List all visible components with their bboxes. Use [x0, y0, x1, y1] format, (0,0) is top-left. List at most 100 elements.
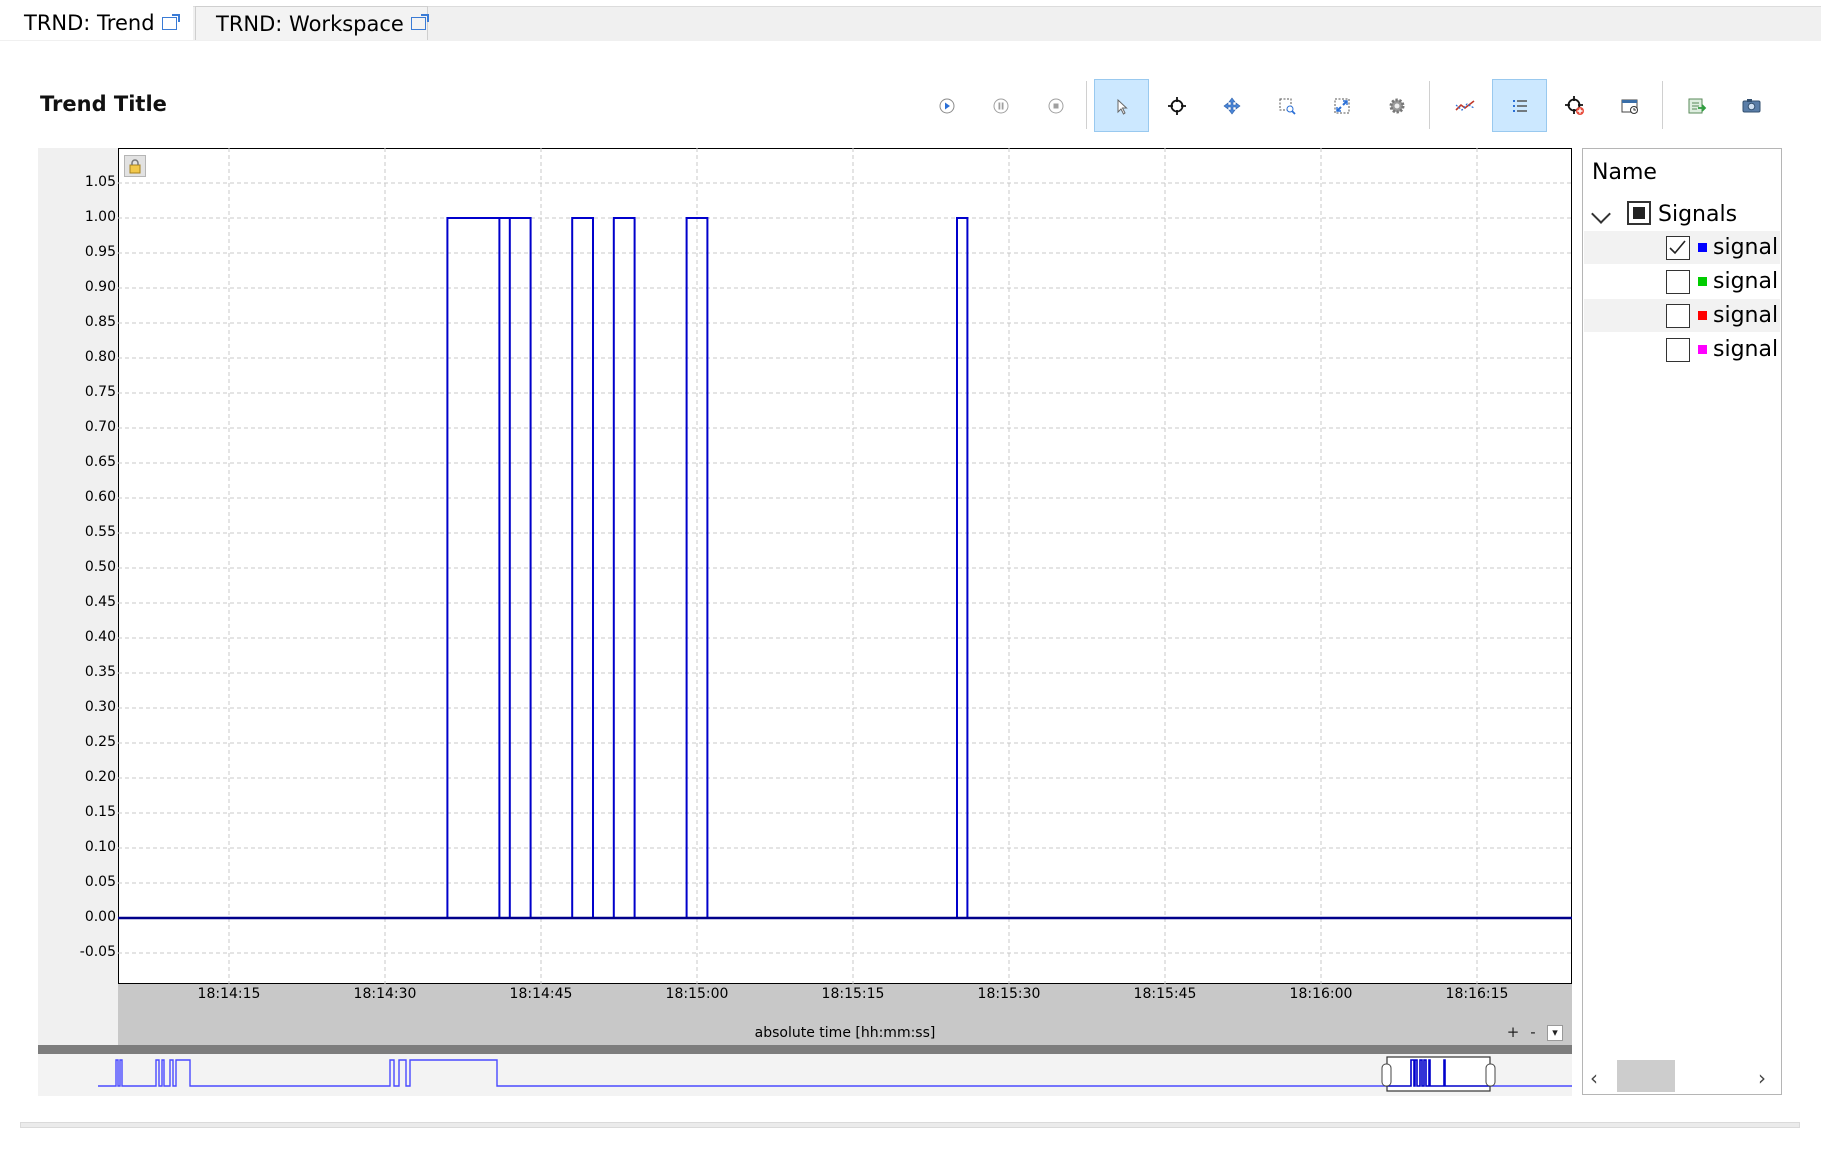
legend-horizontal-scrollbar[interactable]	[1584, 1060, 1780, 1092]
toolbar-separator	[1429, 81, 1430, 129]
y-tick-label: 0.25	[84, 734, 116, 750]
overview-right-handle[interactable]	[1485, 1063, 1496, 1087]
legend-list-icon	[1512, 99, 1527, 112]
signal-checkbox[interactable]	[1666, 338, 1690, 362]
pause-icon	[993, 98, 1008, 113]
window-button[interactable]	[1602, 79, 1657, 132]
export-button[interactable]	[1669, 79, 1724, 132]
pan-icon	[1223, 97, 1240, 114]
tab-workspace[interactable]: TRND: Workspace	[195, 6, 429, 40]
lock-button[interactable]	[124, 155, 146, 177]
scrollbar-thumb[interactable]	[1617, 1060, 1675, 1092]
scroll-right-icon[interactable]: ›	[1758, 1066, 1766, 1090]
y-tick-label: 0.85	[84, 314, 116, 330]
x-tick-label: 18:15:30	[977, 986, 1041, 1002]
tab-trend[interactable]: TRND: Trend	[0, 6, 193, 40]
toolbar-separator	[1086, 81, 1087, 129]
legend-list-button[interactable]	[1492, 79, 1547, 132]
crosshair-button[interactable]	[1149, 79, 1204, 132]
check-icon	[1669, 240, 1686, 255]
detach-icon[interactable]	[410, 14, 429, 30]
x-axis-label: absolute time [hh:mm:ss]	[754, 1025, 936, 1041]
signals-group-label: Signals	[1658, 202, 1738, 227]
signal-label: signal	[1713, 269, 1779, 294]
add-cursor-button[interactable]	[1547, 79, 1602, 132]
pan-button[interactable]	[1204, 79, 1259, 132]
signal-color-swatch	[1698, 345, 1707, 354]
overview-history-line	[98, 1059, 1572, 1087]
axis-zoom-out-button[interactable]: -	[1525, 1025, 1541, 1041]
stop-icon	[1048, 98, 1063, 113]
play-button[interactable]	[919, 79, 974, 132]
pause-button[interactable]	[973, 79, 1028, 132]
group-tristate-checkbox[interactable]	[1627, 201, 1651, 225]
y-tick-label: 0.50	[84, 559, 116, 575]
tab-trend-label: TRND: Trend	[24, 11, 155, 35]
x-tick-label: 18:15:15	[821, 986, 885, 1002]
signal-checkbox[interactable]	[1666, 304, 1690, 328]
add-cursor-icon	[1564, 95, 1584, 115]
overview-left-handle[interactable]	[1381, 1063, 1392, 1087]
lock-icon	[129, 159, 141, 174]
y-tick-label: 0.95	[84, 244, 116, 260]
y-tick-label: -0.05	[79, 944, 116, 960]
zoom-box-icon	[1279, 98, 1296, 115]
trend-plot	[118, 148, 1572, 984]
y-tick-label: 0.05	[84, 874, 116, 890]
y-tick-label: 0.10	[84, 839, 116, 855]
trend-title: Trend Title	[40, 92, 167, 116]
y-tick-label: 0.55	[84, 524, 116, 540]
y-tick-label: 0.65	[84, 454, 116, 470]
signal-checkbox[interactable]	[1666, 270, 1690, 294]
signal-label: signal	[1713, 337, 1779, 362]
y-tick-label: 0.60	[84, 489, 116, 505]
y-tick-label: 0.30	[84, 699, 116, 715]
settings-button[interactable]	[1369, 79, 1424, 132]
y-tick-label: 0.45	[84, 594, 116, 610]
zoom-fit-icon	[1334, 98, 1349, 113]
y-tick-label: 0.20	[84, 769, 116, 785]
horizontal-scroll-track[interactable]	[20, 1122, 1800, 1128]
pointer-button[interactable]	[1094, 79, 1149, 132]
crosshair-icon	[1167, 96, 1186, 115]
zoom-fit-button[interactable]	[1314, 79, 1369, 132]
camera-button[interactable]	[1724, 79, 1779, 132]
tab-workspace-label: TRND: Workspace	[216, 11, 404, 36]
camera-icon	[1742, 98, 1760, 112]
scroll-left-icon[interactable]: ‹	[1590, 1066, 1598, 1090]
axis-zoom-in-button[interactable]: +	[1505, 1025, 1521, 1041]
x-tick-label: 18:15:00	[665, 986, 729, 1002]
overview-splitter[interactable]	[38, 1045, 1572, 1054]
x-tick-label: 18:14:30	[353, 986, 417, 1002]
y-tick-label: 1.00	[84, 209, 116, 225]
axis-menu-button[interactable]: ▾	[1547, 1025, 1563, 1041]
detach-icon[interactable]	[161, 13, 180, 30]
toolbar-separator	[1662, 81, 1663, 129]
x-tick-label: 18:16:00	[1289, 986, 1353, 1002]
signal-label: signal	[1713, 303, 1779, 328]
line-style-button[interactable]	[1437, 79, 1492, 132]
signal-color-swatch	[1698, 243, 1707, 252]
y-tick-label: 1.05	[84, 174, 116, 190]
zoom-box-button[interactable]	[1259, 79, 1314, 132]
signal-color-swatch	[1698, 277, 1707, 286]
window-icon	[1621, 99, 1638, 114]
y-tick-label: 0.35	[84, 664, 116, 680]
x-tick-label: 18:16:15	[1445, 986, 1509, 1002]
x-tick-label: 18:15:45	[1133, 986, 1197, 1002]
signal-color-swatch	[1698, 311, 1707, 320]
y-tick-label: 0.15	[84, 804, 116, 820]
export-icon	[1688, 98, 1706, 113]
y-tick-label: 0.70	[84, 419, 116, 435]
x-tick-label: 18:14:15	[197, 986, 261, 1002]
line-style-icon	[1454, 99, 1474, 111]
stop-button[interactable]	[1028, 79, 1083, 132]
y-tick-label: 0.00	[84, 909, 116, 925]
y-tick-label: 0.80	[84, 349, 116, 365]
overview-plot	[98, 1056, 1572, 1092]
y-tick-label: 0.40	[84, 629, 116, 645]
signal-checkbox[interactable]	[1666, 236, 1690, 260]
settings-icon	[1389, 98, 1404, 113]
legend-name-header: Name	[1592, 160, 1657, 185]
y-tick-label: 0.75	[84, 384, 116, 400]
